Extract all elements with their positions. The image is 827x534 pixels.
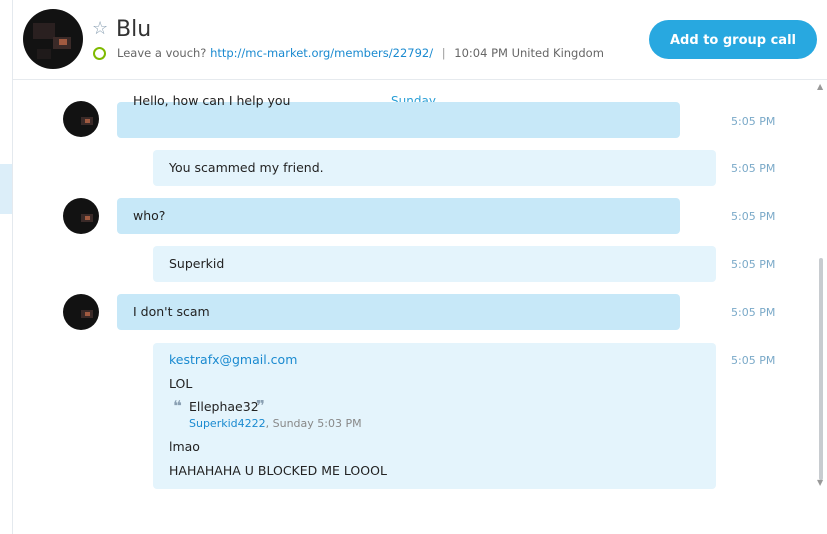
- message-text: You scammed my friend.: [169, 160, 324, 175]
- message-text: Hello, how can I help you: [133, 93, 291, 108]
- message-line: HAHAHAHA U BLOCKED ME LOOOL: [169, 463, 387, 478]
- left-rail: [0, 0, 13, 534]
- conversation-header: ☆ Blu Leave a vouch? http://mc-market.or…: [13, 0, 827, 80]
- message-bubble[interactable]: You scammed my friend.: [153, 150, 716, 186]
- message-line: lmao: [169, 439, 200, 454]
- message-list[interactable]: Sunday Hello, how can I help you 5:05 PM…: [13, 80, 814, 534]
- message-bubble[interactable]: Hello, how can I help you: [117, 93, 680, 138]
- add-to-group-call-button[interactable]: Add to group call: [649, 20, 817, 59]
- scroll-thumb[interactable]: [819, 258, 823, 480]
- message-time: 5:05 PM: [731, 115, 776, 128]
- mood-prefix: Leave a vouch?: [117, 46, 207, 60]
- message-scrollbar[interactable]: ▲ ▼: [814, 80, 827, 534]
- scroll-up-icon[interactable]: ▲: [817, 82, 823, 91]
- message-bubble[interactable]: who?: [117, 198, 680, 234]
- quote-meta: Superkid4222, Sunday 5:03 PM: [189, 417, 362, 430]
- sender-avatar[interactable]: [63, 294, 99, 330]
- sender-avatar[interactable]: [63, 101, 99, 137]
- contact-name: Blu: [116, 17, 152, 42]
- contact-avatar[interactable]: [23, 9, 83, 69]
- message-time: 5:05 PM: [731, 354, 776, 367]
- mood-link[interactable]: http://mc-market.org/members/22792/: [210, 46, 433, 60]
- message-bubble[interactable]: I don't scam: [117, 294, 680, 330]
- message-bubble[interactable]: Superkid: [153, 246, 716, 282]
- message-time: 5:05 PM: [731, 258, 776, 271]
- presence-status-icon: [93, 47, 106, 60]
- quote-time: , Sunday 5:03 PM: [265, 417, 362, 430]
- mood-separator: |: [441, 46, 446, 60]
- forwarded-message-bubble[interactable]: kestrafx@gmail.com LOL ❝ Ellephae32 ❞ Su…: [153, 343, 716, 489]
- quote-close-icon: ❞: [256, 397, 265, 415]
- message-time: 5:05 PM: [731, 162, 776, 175]
- message-time: 5:05 PM: [731, 306, 776, 319]
- scroll-down-icon[interactable]: ▼: [817, 478, 823, 487]
- quote-open-icon: ❝: [173, 397, 182, 415]
- mood-message: Leave a vouch? http://mc-market.org/memb…: [117, 45, 604, 61]
- message-line: LOL: [169, 376, 193, 391]
- message-text: who?: [133, 208, 166, 223]
- email-sender-link[interactable]: kestrafx@gmail.com: [169, 352, 297, 367]
- favorite-star-icon[interactable]: ☆: [92, 19, 108, 39]
- quote-author-link[interactable]: Superkid4222: [189, 417, 266, 430]
- message-time: 5:05 PM: [731, 210, 776, 223]
- local-time: 10:04 PM United Kingdom: [454, 46, 604, 60]
- message-text: I don't scam: [133, 304, 210, 319]
- quote-text: Ellephae32: [189, 399, 259, 414]
- left-rail-active-item[interactable]: [0, 164, 12, 214]
- message-text: Superkid: [169, 256, 225, 271]
- sender-avatar[interactable]: [63, 198, 99, 234]
